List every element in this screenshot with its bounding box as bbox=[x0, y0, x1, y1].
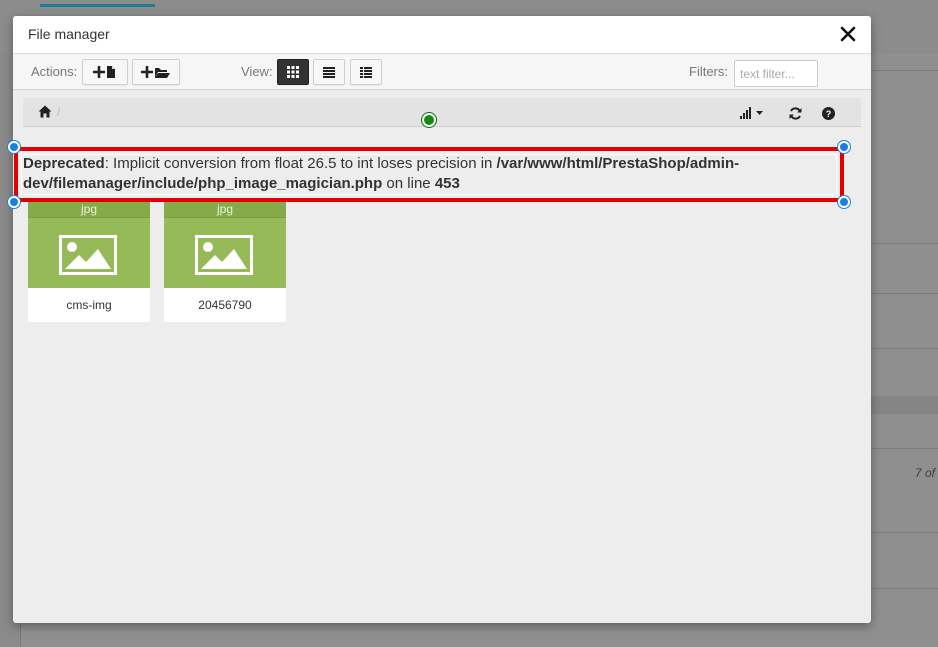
background-divider bbox=[868, 348, 938, 349]
background-band bbox=[868, 396, 938, 414]
view-grid-button[interactable] bbox=[277, 59, 309, 85]
background-divider bbox=[868, 293, 938, 294]
modal-title: File manager bbox=[28, 26, 110, 42]
background-divider bbox=[868, 243, 938, 244]
breadcrumb-separator: / bbox=[57, 105, 61, 119]
view-list-button[interactable] bbox=[313, 59, 345, 85]
image-icon bbox=[59, 235, 117, 275]
background-active-tab bbox=[40, 0, 155, 7]
file-name: cms-img bbox=[66, 298, 112, 312]
plus-file-icon bbox=[93, 66, 115, 78]
close-icon bbox=[840, 26, 856, 42]
upload-file-button[interactable] bbox=[82, 59, 128, 85]
resize-handle-bottom-left[interactable] bbox=[8, 196, 20, 208]
notice-line-number: 453 bbox=[434, 175, 460, 192]
file-thumbnail: jpg bbox=[28, 202, 150, 288]
resize-handle-top-right[interactable] bbox=[838, 141, 850, 153]
file-name: 20456790 bbox=[198, 298, 252, 312]
resize-handle-top-left[interactable] bbox=[8, 141, 20, 153]
table-list-icon bbox=[360, 66, 372, 78]
view-label: View: bbox=[241, 64, 273, 79]
background-divider bbox=[868, 588, 938, 589]
help-button[interactable]: ? bbox=[822, 107, 835, 125]
grid-icon bbox=[287, 66, 299, 78]
home-icon bbox=[38, 105, 52, 118]
filter-input[interactable] bbox=[734, 60, 818, 87]
home-button[interactable] bbox=[38, 105, 52, 123]
deprecation-notice: Deprecated: Implicit conversion from flo… bbox=[23, 154, 838, 194]
notice-on-line: on line bbox=[382, 175, 435, 192]
resize-handle-bottom-right[interactable] bbox=[838, 196, 850, 208]
file-thumbnail: jpg bbox=[164, 202, 286, 288]
view-columns-button[interactable] bbox=[350, 59, 382, 85]
background-divider bbox=[868, 448, 938, 449]
refresh-icon bbox=[789, 107, 802, 120]
toolbar: Actions: View: Filters: text filter... bbox=[13, 54, 871, 90]
file-ext-strip: jpg bbox=[164, 202, 286, 218]
signal-sort-icon bbox=[740, 107, 763, 119]
file-manager-modal: File manager Actions: View: Filters: tex… bbox=[13, 16, 871, 623]
file-extension: jpg bbox=[80, 202, 97, 216]
file-ext-strip: jpg bbox=[28, 202, 150, 218]
background-pager-text: 7 of bbox=[915, 466, 936, 480]
notice-message: : Implicit conversion from float 26.5 to… bbox=[104, 155, 497, 172]
help-icon: ? bbox=[822, 107, 835, 120]
actions-label: Actions: bbox=[31, 64, 78, 79]
refresh-button[interactable] bbox=[789, 107, 802, 125]
modal-header: File manager bbox=[13, 16, 871, 54]
sort-dropdown-button[interactable] bbox=[740, 106, 766, 124]
file-item[interactable]: jpg cms-img bbox=[28, 202, 150, 322]
new-folder-button[interactable] bbox=[132, 59, 180, 85]
background-divider bbox=[868, 532, 938, 533]
image-icon bbox=[195, 235, 253, 275]
rotate-handle[interactable] bbox=[422, 113, 436, 127]
notice-level: Deprecated bbox=[23, 155, 105, 172]
filters-label: Filters: bbox=[689, 64, 728, 79]
breadcrumb: / ? bbox=[23, 98, 861, 127]
list-icon bbox=[323, 66, 335, 78]
file-item[interactable]: jpg 20456790 bbox=[164, 202, 286, 322]
file-extension: jpg bbox=[216, 202, 233, 216]
background-divider bbox=[868, 70, 938, 71]
close-button[interactable] bbox=[839, 25, 857, 43]
svg-text:?: ? bbox=[826, 109, 832, 119]
plus-folder-icon bbox=[141, 66, 170, 78]
